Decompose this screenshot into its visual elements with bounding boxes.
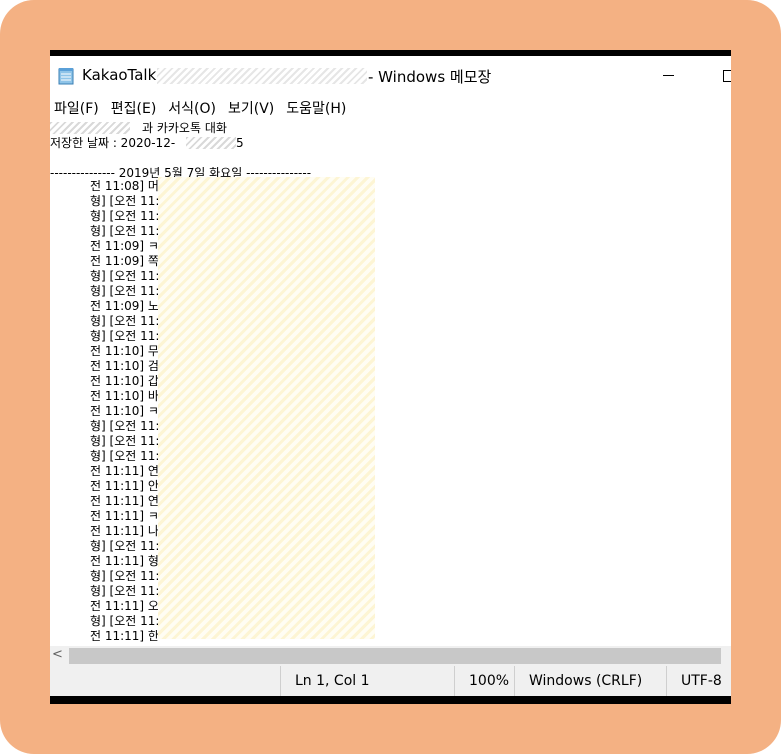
chat-line: 형] [오전 11: xyxy=(90,569,160,583)
chat-line: 형] [오전 11: xyxy=(90,269,160,283)
date-redaction xyxy=(186,137,236,149)
name-redaction xyxy=(50,122,130,134)
window-title-suffix: - Windows 메모장 xyxy=(368,68,492,86)
menu-edit[interactable]: 편집(E) xyxy=(107,96,157,120)
content-redaction xyxy=(158,177,375,639)
chat-line: 전 11:09] 노 xyxy=(90,299,159,313)
text-editor[interactable]: 과 카카오톡 대화 저장한 날짜 : 2020-12- 5 ----------… xyxy=(50,120,731,646)
status-line-ending: Windows (CRLF) xyxy=(514,666,666,696)
notepad-icon xyxy=(58,68,74,85)
title-redaction xyxy=(157,68,367,84)
chat-line: 전 11:10] 바 xyxy=(90,389,159,403)
menu-file[interactable]: 파일(F) xyxy=(50,96,99,120)
scroll-left-icon[interactable]: < xyxy=(52,647,63,662)
status-zoom: 100% xyxy=(454,666,514,696)
status-bar: Ln 1, Col 1 100% Windows (CRLF) UTF-8 xyxy=(50,666,731,696)
saved-date-line: 저장한 날짜 : 2020-12- xyxy=(50,136,176,150)
menu-view[interactable]: 보기(V) xyxy=(224,96,274,120)
title-bar[interactable]: KakaoTalk - Windows 메모장 xyxy=(50,56,731,96)
horizontal-scrollbar[interactable]: < xyxy=(50,646,731,666)
chat-line: 형] [오전 11: xyxy=(90,329,160,343)
chat-line: 전 11:08] 머 xyxy=(90,179,159,193)
chat-line: 형] [오전 11: xyxy=(90,314,160,328)
chat-line: 전 11:10] 갑 xyxy=(90,374,159,388)
chat-line: 전 11:09] ㅋ xyxy=(90,239,159,253)
status-position: Ln 1, Col 1 xyxy=(280,666,454,696)
chat-line: 형] [오전 11: xyxy=(90,419,160,433)
chat-line: 전 11:11] 한 xyxy=(90,629,159,643)
chat-line: 전 11:09] 쪽 xyxy=(90,254,159,268)
chat-line: 전 11:11] 형 xyxy=(90,554,159,568)
chat-line: 형] [오전 11: xyxy=(90,209,160,223)
chat-line: 형] [오전 11: xyxy=(90,284,160,298)
chat-line: 전 11:10] ㅋ xyxy=(90,404,159,418)
menu-bar: 파일(F) 편집(E) 서식(O) 보기(V) 도움말(H) xyxy=(50,96,731,120)
chat-line: 형] [오전 11: xyxy=(90,194,160,208)
notepad-window: KakaoTalk - Windows 메모장 파일(F) 편집(E) 서식(O… xyxy=(50,50,731,704)
chat-line: 전 11:10] 검 xyxy=(90,359,159,373)
chat-line: 전 11:11] 연 xyxy=(90,494,159,508)
chat-line: 전 11:11] 나 xyxy=(90,524,159,538)
header-line: 과 카카오톡 대화 xyxy=(142,121,227,135)
maximize-button[interactable] xyxy=(723,70,731,82)
menu-format[interactable]: 서식(O) xyxy=(164,96,216,120)
chat-line: 형] [오전 11: xyxy=(90,224,160,238)
chat-line: 전 11:11] 안 xyxy=(90,479,159,493)
window-title: KakaoTalk xyxy=(82,66,157,84)
chat-line: 형] [오전 11: xyxy=(90,434,160,448)
chat-line: 형] [오전 11: xyxy=(90,614,160,628)
chat-line: 전 11:10] 무 xyxy=(90,344,159,358)
status-encoding: UTF-8 xyxy=(666,666,731,696)
chat-line: 전 11:11] ㅋ xyxy=(90,509,159,523)
chat-line: 전 11:11] 연 xyxy=(90,464,159,478)
chat-line: 형] [오전 11: xyxy=(90,539,160,553)
menu-help[interactable]: 도움말(H) xyxy=(282,96,346,120)
chat-line: 형] [오전 11: xyxy=(90,449,160,463)
scroll-thumb[interactable] xyxy=(69,648,721,664)
saved-date-suffix: 5 xyxy=(236,136,244,150)
minimize-button[interactable] xyxy=(663,75,674,76)
chat-line: 형] [오전 11: xyxy=(90,584,160,598)
chat-line: 전 11:11] 오 xyxy=(90,599,159,613)
